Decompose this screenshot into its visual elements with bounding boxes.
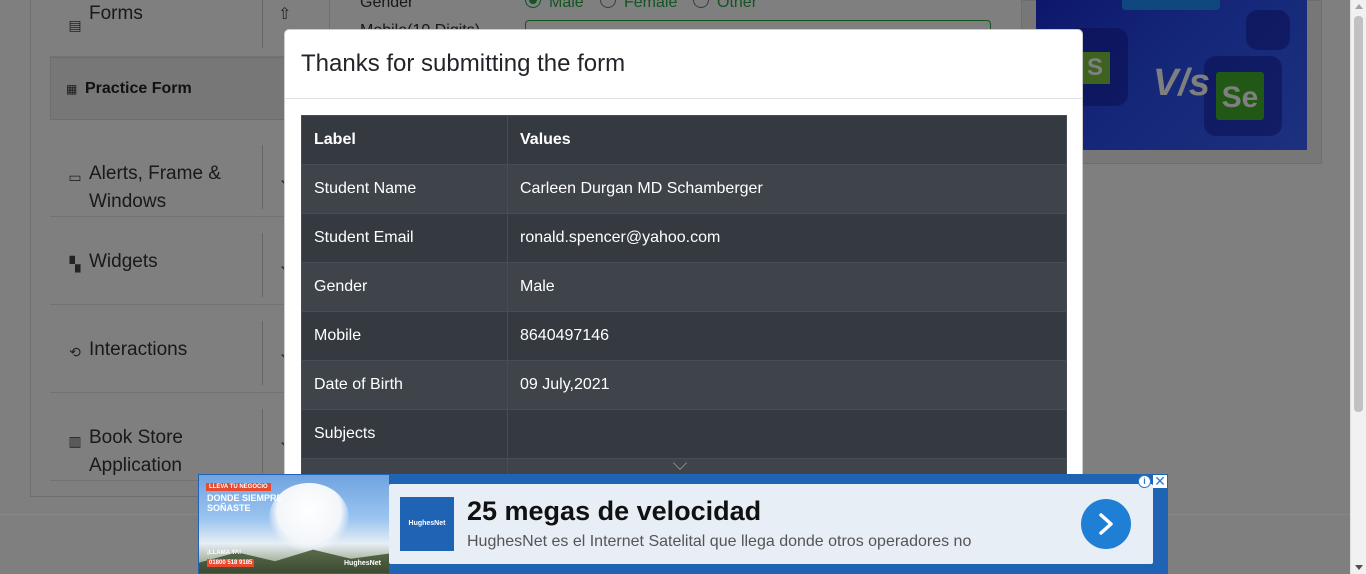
row-label: Mobile xyxy=(301,311,508,361)
modal-title: Thanks for submitting the form xyxy=(301,50,626,77)
ad-image-brand: HughesNet xyxy=(344,560,381,567)
row-label: Date of Birth xyxy=(301,360,508,410)
row-value: Male xyxy=(507,262,1067,312)
ad-image[interactable]: LLEVA TU NEGOCIO DONDE SIEMPRE SOÑASTE ¡… xyxy=(199,475,389,573)
column-header-label: Label xyxy=(301,115,508,165)
table-row: Subjects xyxy=(301,409,1067,459)
table-row: Student Name Carleen Durgan MD Schamberg… xyxy=(301,164,1067,214)
scrollbar-thumb[interactable] xyxy=(1354,16,1363,412)
row-value: 09 July,2021 xyxy=(507,360,1067,410)
scroll-down-icon[interactable] xyxy=(1355,565,1363,570)
row-value: ronald.spencer@yahoo.com xyxy=(507,213,1067,263)
page-scrollbar[interactable] xyxy=(1350,0,1366,574)
submission-modal: Thanks for submitting the form Label Val… xyxy=(284,29,1083,489)
table-row: Gender Male xyxy=(301,262,1067,312)
row-value xyxy=(507,409,1067,459)
table-row: Student Email ronald.spencer@yahoo.com xyxy=(301,213,1067,263)
column-header-values: Values xyxy=(507,115,1067,165)
submission-table: Label Values Student Name Carleen Durgan… xyxy=(301,115,1067,488)
row-value: 8640497146 xyxy=(507,311,1067,361)
ad-title[interactable]: 25 megas de velocidad xyxy=(467,496,761,527)
row-label: Student Email xyxy=(301,213,508,263)
table-row: Date of Birth 09 July,2021 xyxy=(301,360,1067,410)
ad-image-tag: LLEVA TU NEGOCIO xyxy=(206,483,271,491)
close-icon[interactable]: ✕ xyxy=(1153,474,1167,488)
row-label: Subjects xyxy=(301,409,508,459)
scroll-up-icon[interactable] xyxy=(1355,4,1363,9)
advertisement-banner[interactable]: LLEVA TU NEGOCIO DONDE SIEMPRE SOÑASTE ¡… xyxy=(198,474,1168,574)
ad-description[interactable]: HughesNet es el Internet Satelital que l… xyxy=(467,533,971,551)
ad-card[interactable]: HughesNet 25 megas de velocidad HughesNe… xyxy=(389,484,1153,564)
ad-image-phone: 01800 518 9185 xyxy=(207,559,255,567)
ad-go-button[interactable] xyxy=(1081,499,1131,549)
modal-header: Thanks for submitting the form xyxy=(285,30,1082,99)
ad-image-headline: DONDE SIEMPRE SOÑASTE xyxy=(207,493,283,513)
ad-image-cta: ¡LLAMA YA! xyxy=(207,550,242,556)
hughesnet-logo[interactable]: HughesNet xyxy=(400,497,454,551)
table-row: Mobile 8640497146 xyxy=(301,311,1067,361)
info-icon[interactable]: i xyxy=(1138,475,1151,488)
row-value: Carleen Durgan MD Schamberger xyxy=(507,164,1067,214)
table-header-row: Label Values xyxy=(301,115,1067,165)
row-label: Gender xyxy=(301,262,508,312)
chevron-right-icon xyxy=(1099,513,1113,535)
row-label: Student Name xyxy=(301,164,508,214)
